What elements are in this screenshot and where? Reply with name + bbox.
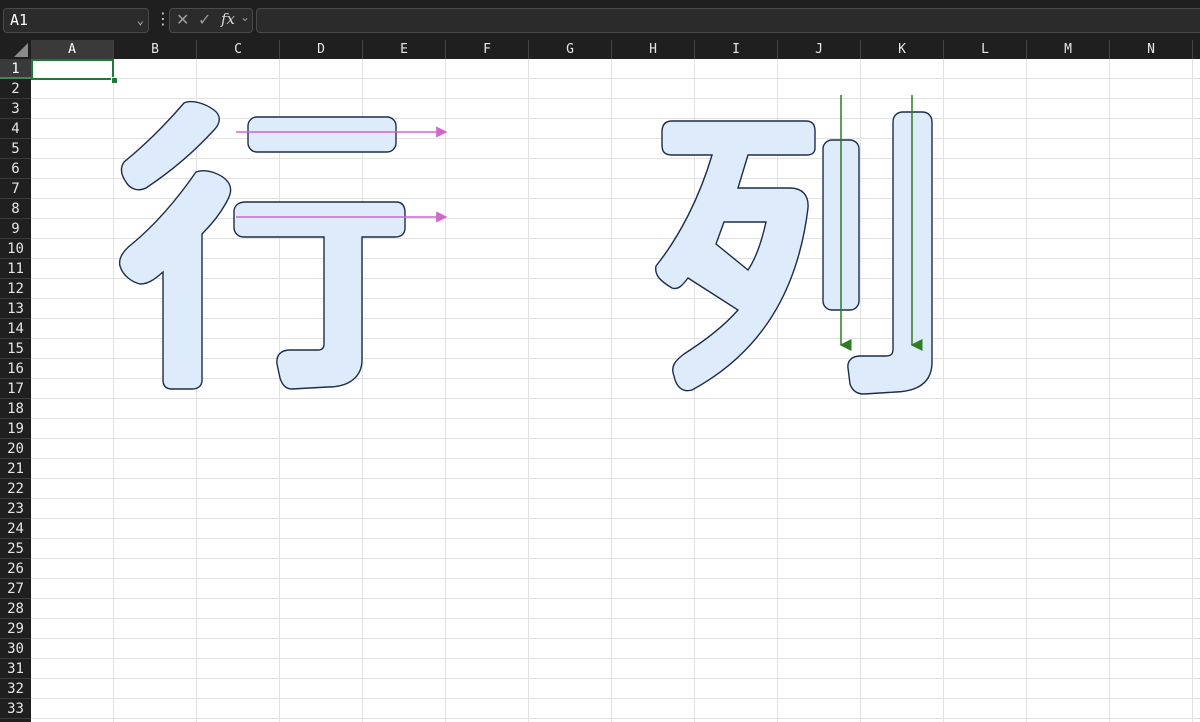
row-header-bar: 1 2 3 4 5 6 7 8 9 10 11 12 13 14 15 16 17 18 19 20 21 22 23 24 2… [0, 59, 31, 722]
column-header-b[interactable]: B [114, 40, 197, 59]
row-header-15[interactable]: 15 [0, 339, 31, 359]
name-box[interactable]: A1 ⌄ [3, 8, 149, 33]
row-header-28[interactable]: 28 [0, 599, 31, 619]
row-header-14[interactable]: 14 [0, 319, 31, 339]
column-header-c[interactable]: C [197, 40, 280, 59]
chevron-down-icon[interactable]: ⌄ [240, 10, 250, 24]
row-header-29[interactable]: 29 [0, 619, 31, 639]
cancel-icon[interactable]: ✕ [176, 10, 189, 29]
active-cell-a1[interactable] [31, 59, 114, 80]
row-header-7[interactable]: 7 [0, 179, 31, 199]
column-header-m[interactable]: M [1027, 40, 1110, 59]
column-header-e[interactable]: E [363, 40, 446, 59]
column-header-h[interactable]: H [612, 40, 695, 59]
row-header-22[interactable]: 22 [0, 479, 31, 499]
fill-handle[interactable] [111, 77, 118, 84]
column-header-bar: ABCDEFGHIJKLMN [0, 40, 1200, 59]
row-header-24[interactable]: 24 [0, 519, 31, 539]
row-header-27[interactable]: 27 [0, 579, 31, 599]
row-header-19[interactable]: 19 [0, 419, 31, 439]
enter-icon[interactable]: ✓ [198, 10, 211, 29]
row-header-26[interactable]: 26 [0, 559, 31, 579]
row-header-13[interactable]: 13 [0, 299, 31, 319]
formula-input[interactable] [256, 8, 1200, 33]
formula-bar: A1 ⌄ ⋮ ✕ ✓ fx ⌄ [0, 0, 1200, 40]
name-box-value: A1 [10, 11, 29, 29]
column-header-i[interactable]: I [695, 40, 778, 59]
select-all-button[interactable] [0, 40, 31, 59]
row-header-4[interactable]: 4 [0, 119, 31, 139]
row-header-20[interactable]: 20 [0, 439, 31, 459]
column-header-f[interactable]: F [446, 40, 529, 59]
row-header-32[interactable]: 32 [0, 679, 31, 699]
row-header-9[interactable]: 9 [0, 219, 31, 239]
column-header-g[interactable]: G [529, 40, 612, 59]
row-header-33[interactable]: 33 [0, 699, 31, 719]
cell-grid[interactable] [31, 59, 1200, 722]
row-header-5[interactable]: 5 [0, 139, 31, 159]
column-header-j[interactable]: J [778, 40, 861, 59]
column-header-l[interactable]: L [944, 40, 1027, 59]
row-header-18[interactable]: 18 [0, 399, 31, 419]
row-header-16[interactable]: 16 [0, 359, 31, 379]
row-header-12[interactable]: 12 [0, 279, 31, 299]
row-header-23[interactable]: 23 [0, 499, 31, 519]
row-header-17[interactable]: 17 [0, 379, 31, 399]
column-header-k[interactable]: K [861, 40, 944, 59]
row-header-30[interactable]: 30 [0, 639, 31, 659]
column-header-n[interactable]: N [1110, 40, 1193, 59]
row-header-21[interactable]: 21 [0, 459, 31, 479]
column-header-d[interactable]: D [280, 40, 363, 59]
row-header-8[interactable]: 8 [0, 199, 31, 219]
row-header-25[interactable]: 25 [0, 539, 31, 559]
row-header-3[interactable]: 3 [0, 99, 31, 119]
row-header-10[interactable]: 10 [0, 239, 31, 259]
insert-function-button[interactable]: fx [221, 10, 235, 28]
row-header-31[interactable]: 31 [0, 659, 31, 679]
formula-tools: ✕ ✓ fx ⌄ [169, 8, 253, 33]
chevron-down-icon[interactable]: ⌄ [137, 9, 144, 32]
row-header-11[interactable]: 11 [0, 259, 31, 279]
row-header-6[interactable]: 6 [0, 159, 31, 179]
row-header-1[interactable]: 1 [0, 59, 31, 79]
column-header-a[interactable]: A [31, 40, 114, 59]
row-header-2[interactable]: 2 [0, 79, 31, 99]
